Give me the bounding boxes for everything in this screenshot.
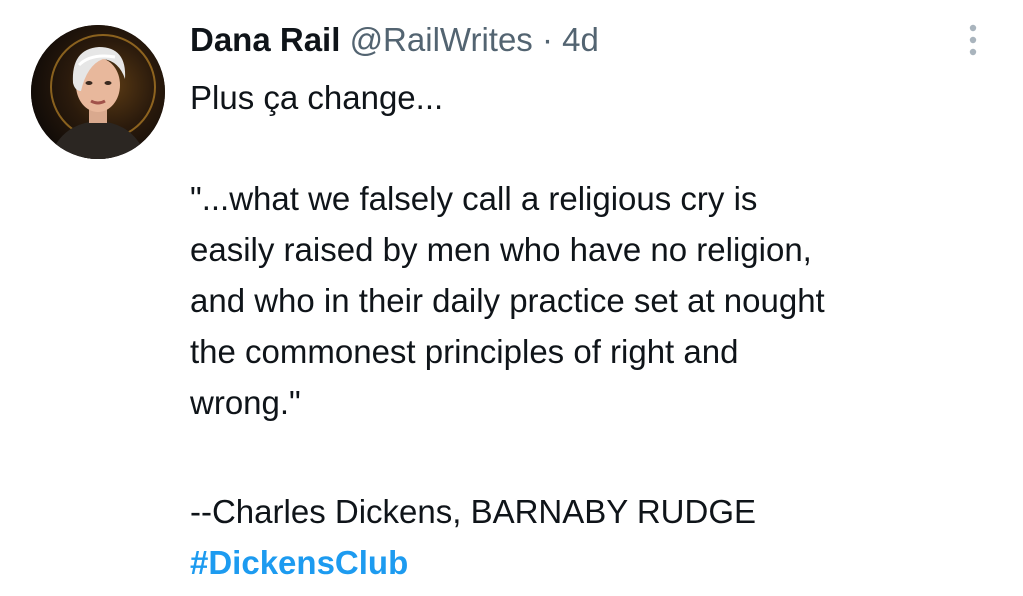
avatar[interactable]: [31, 25, 165, 159]
quote-line: the commonest principles of right and: [190, 333, 739, 370]
tweet-quote: "...what we falsely call a religious cry…: [190, 173, 825, 428]
display-name[interactable]: Dana Rail: [190, 21, 340, 58]
user-handle[interactable]: @RailWrites: [350, 21, 533, 58]
tweet-header: Dana Rail @RailWrites · 4d: [190, 20, 599, 60]
tweet[interactable]: Dana Rail @RailWrites · 4d Plus ça chang…: [0, 0, 1023, 596]
tweet-text-intro: Plus ça change...: [190, 79, 444, 116]
avatar-image: [31, 25, 165, 159]
tweet-attribution: --Charles Dickens, BARNABY RUDGE: [190, 493, 757, 530]
more-options-button[interactable]: [958, 18, 988, 62]
quote-line: "...what we falsely call a religious cry…: [190, 180, 758, 217]
quote-line: easily raised by men who have no religio…: [190, 231, 812, 268]
hashtag-link[interactable]: #DickensClub: [190, 537, 408, 588]
separator-dot: ·: [541, 21, 553, 58]
quote-line: and who in their daily practice set at n…: [190, 282, 825, 319]
timestamp[interactable]: 4d: [562, 21, 599, 58]
quote-line: wrong.": [190, 384, 301, 421]
more-vertical-icon: [969, 24, 977, 56]
